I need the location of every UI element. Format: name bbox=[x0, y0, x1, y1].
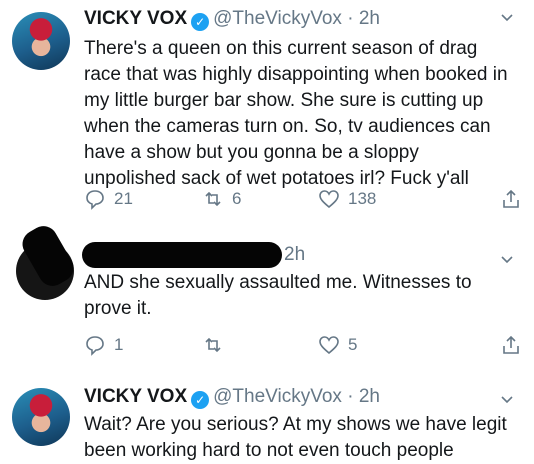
share-button[interactable] bbox=[500, 188, 530, 210]
handle[interactable]: @TheVickyVox bbox=[213, 8, 342, 29]
handle[interactable]: @TheVickyVox bbox=[213, 386, 342, 407]
share-button[interactable] bbox=[500, 334, 530, 356]
tweet-2[interactable]: 2h AND she sexually assaulted me. Witnes… bbox=[0, 221, 534, 372]
reply-count: 21 bbox=[114, 189, 133, 208]
chevron-down-icon[interactable] bbox=[500, 252, 514, 266]
separator-dot: · bbox=[347, 386, 354, 407]
tweet-text: AND she sexually assaulted me. Witnesses… bbox=[84, 272, 472, 319]
chevron-down-icon[interactable] bbox=[500, 10, 514, 24]
like-button[interactable]: 5 bbox=[318, 334, 357, 356]
redacted-name-bar bbox=[82, 242, 282, 268]
share-icon bbox=[503, 335, 519, 354]
verified-badge-icon: ✓ bbox=[191, 13, 210, 31]
tweet-actions: 1 5 bbox=[84, 334, 524, 360]
tweet-header: VICKY VOX ✓ @TheVickyVox · 2h bbox=[84, 8, 380, 31]
tweet-header: 2h bbox=[284, 244, 305, 266]
timestamp[interactable]: 2h bbox=[359, 386, 380, 407]
retweet-button[interactable] bbox=[202, 334, 232, 356]
tweet-1[interactable]: VICKY VOX ✓ @TheVickyVox · 2h There's a qu… bbox=[0, 0, 534, 222]
retweet-icon bbox=[205, 337, 221, 353]
timestamp[interactable]: 2h bbox=[284, 244, 305, 265]
tweet-3[interactable]: VICKY VOX ✓ @TheVickyVox · 2h Wait? Are yo… bbox=[0, 372, 534, 462]
reply-icon bbox=[86, 190, 104, 210]
tweet-text: There's a queen on this current season o… bbox=[84, 38, 508, 189]
verified-badge-icon: ✓ bbox=[191, 391, 210, 409]
reply-icon bbox=[86, 336, 104, 356]
display-name[interactable]: VICKY VOX bbox=[84, 386, 187, 407]
heart-icon bbox=[319, 336, 339, 355]
chevron-down-icon[interactable] bbox=[500, 392, 514, 406]
reply-count: 1 bbox=[114, 335, 124, 354]
tweet-text: Wait? Are you serious? At my shows we ha… bbox=[84, 414, 507, 461]
heart-icon bbox=[319, 190, 339, 209]
reply-button[interactable]: 1 bbox=[84, 334, 123, 356]
display-name[interactable]: VICKY VOX bbox=[84, 8, 187, 29]
retweet-button[interactable]: 6 bbox=[202, 188, 241, 210]
like-count: 138 bbox=[348, 189, 377, 208]
tweet-actions: 21 6 138 bbox=[84, 188, 524, 214]
retweet-count: 6 bbox=[232, 189, 242, 208]
like-button[interactable]: 138 bbox=[318, 188, 376, 210]
share-icon bbox=[503, 189, 519, 208]
tweet-header: VICKY VOX ✓ @TheVickyVox · 2h bbox=[84, 386, 380, 409]
like-count: 5 bbox=[348, 335, 358, 354]
separator-dot: · bbox=[347, 8, 354, 29]
timestamp[interactable]: 2h bbox=[359, 8, 380, 29]
avatar[interactable] bbox=[12, 388, 70, 446]
retweet-icon bbox=[205, 191, 221, 207]
reply-button[interactable]: 21 bbox=[84, 188, 133, 210]
avatar[interactable] bbox=[12, 12, 70, 70]
